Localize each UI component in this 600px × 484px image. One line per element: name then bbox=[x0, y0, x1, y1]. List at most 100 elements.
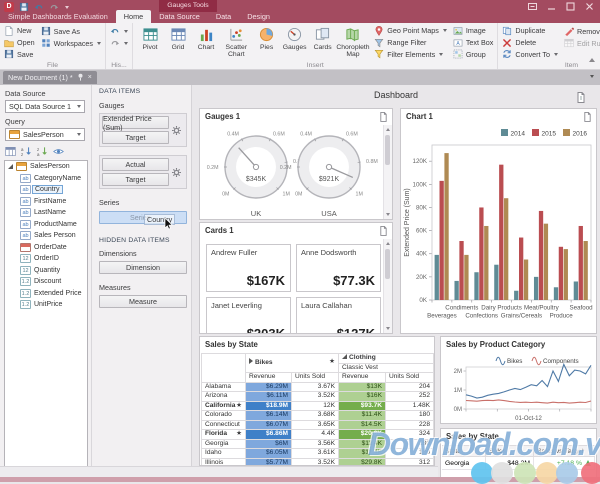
panel-menu-icon[interactable] bbox=[379, 112, 388, 122]
panel-menu-icon[interactable] bbox=[379, 226, 388, 236]
gauges-svg[interactable]: 0M0.2M0.4M0.6M0.8M1M$345KUK0M0.2M0.4M0.6… bbox=[201, 125, 385, 220]
pivot-button[interactable]: Pivot bbox=[136, 25, 164, 60]
data-item-actual[interactable]: Actual bbox=[102, 158, 169, 171]
card-item[interactable]: Anne Dodsworth$77.3K bbox=[296, 244, 381, 292]
panel-menu-icon[interactable] bbox=[583, 112, 592, 122]
band-bikes[interactable]: Bikes★ bbox=[246, 354, 339, 373]
gauges-button[interactable]: Gauges bbox=[281, 25, 309, 60]
grid-row-california[interactable]: California★$18.9M12K$93.7K1.48K bbox=[202, 401, 434, 411]
tree-field-quantity[interactable]: 12Quantity bbox=[5, 265, 87, 277]
kpi-column-header[interactable]: State bbox=[442, 445, 486, 457]
grid-row-arizona[interactable]: Arizona$6.11M3.52K$16K252 bbox=[202, 392, 434, 402]
data-item-extended-price-sum-[interactable]: Extended Price (Sum) bbox=[102, 116, 169, 129]
line-chart-panel[interactable]: Sales by Product Category 0M1M2M01-Oct-1… bbox=[440, 336, 597, 424]
series-drop-target[interactable]: Series Country bbox=[99, 211, 187, 224]
Save As-button[interactable]: Save As bbox=[40, 25, 102, 37]
Delete-button[interactable]: Delete bbox=[501, 37, 559, 49]
bar-chart-content[interactable]: 0K20K40K60K80K100K120KBeveragesCondiment… bbox=[402, 125, 595, 332]
tree-field-firstname[interactable]: abFirstName bbox=[5, 196, 87, 208]
column-header[interactable]: Revenue bbox=[339, 373, 386, 383]
grid-button[interactable]: Grid bbox=[164, 25, 192, 60]
pin-icon[interactable] bbox=[77, 73, 84, 83]
dashboard-surface[interactable]: Dashboard Gauges 1 0M0.2M0.4M0.6M0.8M1M$… bbox=[192, 85, 600, 477]
line-panel-title[interactable]: Sales by Product Category bbox=[441, 337, 596, 352]
tree-field-categoryname[interactable]: abCategoryName bbox=[5, 173, 87, 185]
grid-row-colorado[interactable]: Colorado$6.14M3.68K$11.4K180 bbox=[202, 411, 434, 421]
tree-root-salesperson[interactable]: SalesPerson bbox=[5, 161, 87, 173]
Workspaces-button[interactable]: Workspaces bbox=[40, 37, 102, 49]
data-item-target[interactable]: Target bbox=[102, 173, 169, 186]
Group-button[interactable]: Group bbox=[452, 48, 495, 60]
grid-row-connecticut[interactable]: Connecticut$6.07M3.65K$14.5K228 bbox=[202, 420, 434, 430]
expand-icon[interactable] bbox=[8, 164, 13, 169]
tree-field-unitprice[interactable]: 1.2UnitPrice bbox=[5, 299, 87, 311]
Range Filter-button[interactable]: Range Filter bbox=[373, 37, 448, 49]
tab-design[interactable]: Design bbox=[239, 10, 278, 23]
grid-content[interactable]: Bikes★ClothingClassic VestRevenueUnits S… bbox=[201, 353, 433, 464]
grid-panel-title[interactable]: Sales by State bbox=[200, 337, 434, 352]
tree-field-discount[interactable]: 1.2Discount bbox=[5, 276, 87, 288]
gauges-panel[interactable]: Gauges 1 0M0.2M0.4M0.6M0.8M1M$345KUK0M0.… bbox=[199, 108, 393, 220]
kpi-column-header[interactable]: Sales bbox=[486, 445, 534, 457]
Remove Data Items-button[interactable]: Remove Data Items bbox=[563, 25, 600, 37]
scatter-chart-button[interactable]: Scatter Chart bbox=[220, 25, 253, 60]
Text Box-button[interactable]: AText Box bbox=[452, 37, 495, 49]
kpi-column-header[interactable]: Sales vs Target bbox=[534, 445, 595, 457]
close-icon[interactable] bbox=[585, 2, 594, 11]
cards-scrollbar[interactable] bbox=[383, 239, 392, 333]
gauges-scrollbar[interactable] bbox=[383, 125, 392, 219]
app-menu-tab[interactable]: Simple Dashboards Evaluation bbox=[0, 12, 116, 23]
grid-row-idaho[interactable]: Idaho$6.05M3.61K$11.4K180 bbox=[202, 449, 434, 459]
grid-row-georgia[interactable]: Georgia$6M3.56K$11.4K180 bbox=[202, 439, 434, 449]
sales-by-state-grid[interactable]: Bikes★ClothingClassic VestRevenueUnits S… bbox=[201, 353, 434, 466]
gear-icon[interactable] bbox=[169, 167, 184, 178]
column-header[interactable]: Units Sold bbox=[386, 373, 434, 383]
redo-button[interactable] bbox=[109, 37, 129, 49]
cards-button[interactable]: Cards bbox=[309, 25, 337, 60]
sort-asc-icon[interactable]: az bbox=[21, 146, 33, 157]
visibility-icon[interactable] bbox=[53, 146, 65, 157]
maximize-icon[interactable] bbox=[566, 2, 575, 11]
tree-field-sales-person[interactable]: abSales Person bbox=[5, 230, 87, 242]
Save-button[interactable]: Save bbox=[3, 48, 36, 60]
ribbon-display-icon[interactable] bbox=[528, 2, 537, 11]
New-button[interactable]: New bbox=[3, 25, 36, 37]
band-classic-vest[interactable]: Classic Vest bbox=[339, 363, 434, 373]
card-item[interactable]: Laura Callahan$127K bbox=[296, 297, 381, 334]
Open-button[interactable]: Open bbox=[3, 37, 36, 49]
tab-data-source[interactable]: Data Source bbox=[151, 10, 208, 23]
band-clothing[interactable]: Clothing bbox=[339, 354, 434, 364]
gauges-panel-title[interactable]: Gauges 1 bbox=[200, 109, 392, 124]
gauges-content[interactable]: 0M0.2M0.4M0.6M0.8M1M$345KUK0M0.2M0.4M0.6… bbox=[201, 125, 391, 218]
choropleth-map-button[interactable]: Choropleth Map bbox=[337, 25, 370, 60]
sort-desc-icon[interactable]: za bbox=[37, 146, 49, 157]
tree-field-productname[interactable]: abProductName bbox=[5, 219, 87, 231]
dashboard-export-icon[interactable] bbox=[576, 90, 586, 101]
document-tab[interactable]: New Document (1) * × bbox=[3, 71, 97, 84]
grid-row-alabama[interactable]: Alabama$6.29M3.67K$13K204 bbox=[202, 382, 434, 392]
product-category-line-chart[interactable]: 0M1M2M01-Oct-12BikesComponents bbox=[442, 353, 597, 424]
quick-access-dropdown-icon[interactable] bbox=[65, 6, 69, 9]
cards-panel-title[interactable]: Cards 1 bbox=[200, 223, 392, 238]
card-item[interactable]: Janet Leverling$203K bbox=[206, 297, 291, 334]
Geo Point Maps-button[interactable]: Geo Point Maps bbox=[373, 25, 448, 37]
tree-field-lastname[interactable]: abLastName bbox=[5, 207, 87, 219]
line-chart-content[interactable]: 0M1M2M01-Oct-12BikesComponents bbox=[442, 353, 595, 422]
Image-button[interactable]: Image bbox=[452, 25, 495, 37]
field-grid-icon[interactable] bbox=[5, 146, 17, 157]
tab-data[interactable]: Data bbox=[208, 10, 239, 23]
tree-field-orderid[interactable]: 12OrderID bbox=[5, 253, 87, 265]
gear-icon[interactable] bbox=[169, 125, 184, 136]
tab-list-dropdown-icon[interactable] bbox=[590, 75, 594, 78]
grid-panel[interactable]: Sales by State Bikes★ClothingClassic Ves… bbox=[199, 336, 435, 466]
data-item-target[interactable]: Target bbox=[102, 131, 169, 144]
grid-row-florida[interactable]: Florida★$6.86M4.4K$20.6K324 bbox=[202, 430, 434, 440]
measure-drop-target[interactable]: Measure bbox=[99, 295, 187, 308]
collapse-ribbon-icon[interactable] bbox=[589, 58, 595, 62]
column-header[interactable]: Revenue bbox=[246, 373, 292, 383]
column-header[interactable]: Units Sold bbox=[292, 373, 339, 383]
grid-row-illinois[interactable]: Illinois$5.77M3.52K$29.8K312 bbox=[202, 458, 434, 466]
Filter Elements-button[interactable]: Filter Elements bbox=[373, 48, 448, 60]
kpi-panel[interactable]: Sales by State StateSalesSales vs Target… bbox=[440, 428, 597, 480]
query-combo[interactable]: SalesPerson bbox=[5, 128, 85, 141]
